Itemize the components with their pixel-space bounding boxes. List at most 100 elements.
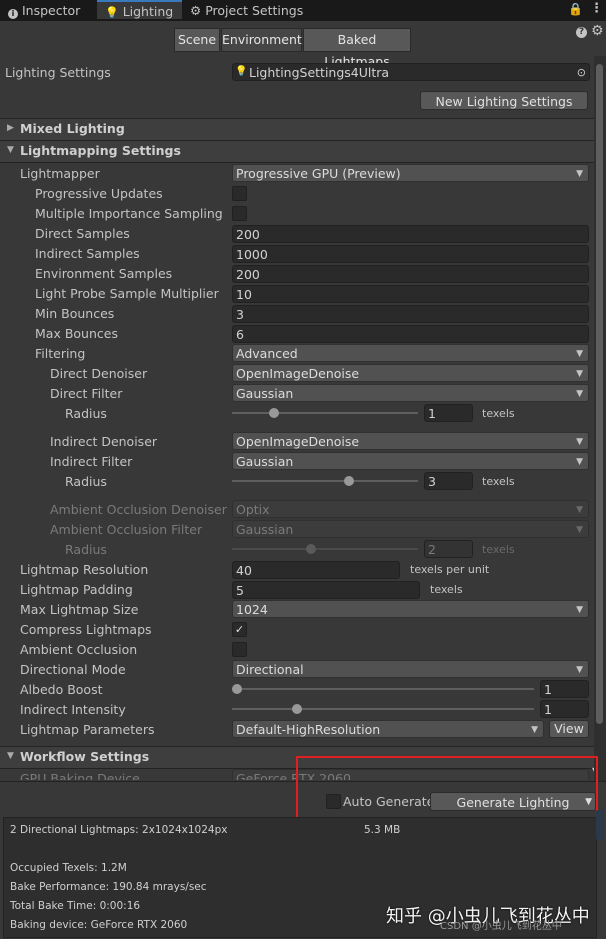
max-lightmap-size-dropdown[interactable]: 1024 ▼ xyxy=(232,600,589,618)
expand-arrow-icon: ▶ xyxy=(7,123,14,133)
scrollbar-thumb[interactable] xyxy=(596,64,603,724)
lightmapper-label: Lightmapper xyxy=(20,166,100,181)
min-bounces-label: Min Bounces xyxy=(35,306,115,321)
indirect-samples-label: Indirect Samples xyxy=(35,246,140,261)
lightmap-resolution-field[interactable]: 40 xyxy=(232,561,400,579)
tab-lighting[interactable]: 💡 Lighting xyxy=(97,0,182,19)
lightmap-parameters-dropdown[interactable]: Default-HighResolution ▼ xyxy=(232,720,544,738)
ao-radius-label: Radius xyxy=(65,542,107,557)
max-bounces-field[interactable]: 6 xyxy=(232,325,589,343)
indirect-intensity-slider-track[interactable] xyxy=(232,708,534,710)
direct-samples-label: Direct Samples xyxy=(35,226,130,241)
probe-multiplier-label: Light Probe Sample Multiplier xyxy=(35,286,219,301)
mis-checkbox[interactable] xyxy=(232,206,247,221)
lightmapper-dropdown[interactable]: Progressive GPU (Preview) ▼ xyxy=(232,164,589,182)
chevron-down-icon: ▼ xyxy=(576,169,583,179)
ao-radius-unit: texels xyxy=(482,543,515,556)
direct-samples-field[interactable]: 200 xyxy=(232,225,589,243)
lightmap-parameters-value: Default-HighResolution xyxy=(236,722,381,737)
gpu-baking-device-label: GPU Baking Device xyxy=(20,771,140,780)
lightmapper-value: Progressive GPU (Preview) xyxy=(236,166,401,181)
direct-radius-slider-track[interactable] xyxy=(232,412,418,414)
menu-icon[interactable]: ⋮ xyxy=(590,1,603,16)
direct-radius-field[interactable]: 1 xyxy=(424,404,473,422)
lightmap-padding-unit: texels xyxy=(430,583,463,596)
direct-denoiser-label: Direct Denoiser xyxy=(50,366,148,381)
tab-inspector[interactable]: i Inspector xyxy=(8,0,96,21)
ao-denoiser-label: Ambient Occlusion Denoiser xyxy=(50,502,227,517)
max-bounces-label: Max Bounces xyxy=(35,326,118,341)
info-icon: i xyxy=(8,9,18,19)
indirect-denoiser-dropdown[interactable]: OpenImageDenoise ▼ xyxy=(232,432,589,450)
lightmap-resolution-unit: texels per unit xyxy=(410,563,490,576)
direct-denoiser-dropdown[interactable]: OpenImageDenoise ▼ xyxy=(232,364,589,382)
lighting-settings-field[interactable]: 💡 LightingSettings4Ultra ⊙ xyxy=(232,63,590,81)
scrollbar[interactable] xyxy=(594,56,606,781)
tab-project-settings[interactable]: ⚙ Project Settings xyxy=(190,0,320,21)
progressive-updates-label: Progressive Updates xyxy=(35,186,163,201)
chevron-down-icon: ▼ xyxy=(531,725,538,735)
tab-bar: i Inspector 💡 Lighting ⚙ Project Setting… xyxy=(0,0,606,21)
scene-button[interactable]: Scene xyxy=(174,28,220,52)
object-picker-icon[interactable]: ⊙ xyxy=(577,64,586,80)
resize-handle[interactable] xyxy=(596,810,604,840)
mixed-lighting-header[interactable]: ▶ Mixed Lighting xyxy=(0,118,594,141)
environment-button[interactable]: Environment xyxy=(221,28,302,52)
probe-multiplier-field[interactable]: 10 xyxy=(232,285,589,303)
indirect-filter-value: Gaussian xyxy=(236,454,294,469)
chevron-down-icon: ▼ xyxy=(576,437,583,447)
ao-radius-slider-thumb xyxy=(306,544,317,554)
albedo-boost-slider-thumb[interactable] xyxy=(232,684,242,694)
direct-radius-slider-thumb[interactable] xyxy=(269,408,280,418)
albedo-boost-slider-track[interactable] xyxy=(232,688,534,690)
indirect-denoiser-value: OpenImageDenoise xyxy=(236,434,360,449)
ao-denoiser-dropdown: Optix ▼ xyxy=(232,500,589,518)
compress-lightmaps-checkbox[interactable]: ✓ xyxy=(232,622,247,637)
indirect-radius-slider-thumb[interactable] xyxy=(343,476,354,486)
indirect-intensity-field[interactable]: 1 xyxy=(540,700,589,718)
lightmap-padding-field[interactable]: 5 xyxy=(232,581,420,599)
direct-radius-unit: texels xyxy=(482,407,515,420)
lightbulb-icon: 💡 xyxy=(105,6,119,19)
direct-radius-label: Radius xyxy=(65,406,107,421)
ao-filter-label: Ambient Occlusion Filter xyxy=(50,522,203,537)
stats-performance: Bake Performance: 190.84 mrays/sec xyxy=(10,881,207,893)
indirect-radius-label: Radius xyxy=(65,474,107,489)
checkmark-icon: ✓ xyxy=(234,623,245,636)
lock-icon[interactable]: 🔒 xyxy=(568,2,583,16)
directional-mode-dropdown[interactable]: Directional ▼ xyxy=(232,660,589,678)
collapse-arrow-icon: ▼ xyxy=(7,145,14,155)
min-bounces-field[interactable]: 3 xyxy=(232,305,589,323)
max-lightmap-size-label: Max Lightmap Size xyxy=(20,602,139,617)
workflow-settings-title: Workflow Settings xyxy=(20,749,150,764)
progressive-updates-checkbox[interactable] xyxy=(232,186,247,201)
baked-lightmaps-button[interactable]: Baked Lightmaps xyxy=(303,28,411,69)
direct-filter-dropdown[interactable]: Gaussian ▼ xyxy=(232,384,589,402)
lightmapping-settings-header[interactable]: ▼ Lightmapping Settings xyxy=(0,140,594,163)
collapse-arrow-icon: ▼ xyxy=(7,751,14,761)
indirect-intensity-label: Indirect Intensity xyxy=(20,702,126,717)
stats-time: Total Bake Time: 0:00:16 xyxy=(10,900,141,912)
view-button[interactable]: View xyxy=(549,720,589,738)
chevron-down-icon: ▼ xyxy=(576,369,583,379)
indirect-intensity-slider-thumb[interactable] xyxy=(292,704,303,714)
ao-radius-field: 2 xyxy=(424,540,473,558)
new-lighting-settings-button[interactable]: New Lighting Settings xyxy=(420,91,588,110)
indirect-radius-slider-track[interactable] xyxy=(232,480,418,482)
help-icon[interactable]: ? xyxy=(576,27,587,38)
settings-icon[interactable]: ⚙ xyxy=(591,23,604,39)
ao-filter-value: Gaussian xyxy=(236,522,294,537)
indirect-samples-field[interactable]: 1000 xyxy=(232,245,589,263)
indirect-denoiser-label: Indirect Denoiser xyxy=(50,434,158,449)
ambient-occlusion-checkbox[interactable] xyxy=(232,642,247,657)
filtering-dropdown[interactable]: Advanced ▼ xyxy=(232,344,589,362)
chevron-down-icon: ▼ xyxy=(576,389,583,399)
indirect-filter-dropdown[interactable]: Gaussian ▼ xyxy=(232,452,589,470)
chevron-down-icon: ▼ xyxy=(576,349,583,359)
ao-radius-slider-track xyxy=(232,548,418,550)
indirect-radius-field[interactable]: 3 xyxy=(424,472,473,490)
stats-device: Baking device: GeForce RTX 2060 xyxy=(10,919,188,931)
direct-filter-value: Gaussian xyxy=(236,386,294,401)
albedo-boost-field[interactable]: 1 xyxy=(540,680,589,698)
environment-samples-field[interactable]: 200 xyxy=(232,265,589,283)
